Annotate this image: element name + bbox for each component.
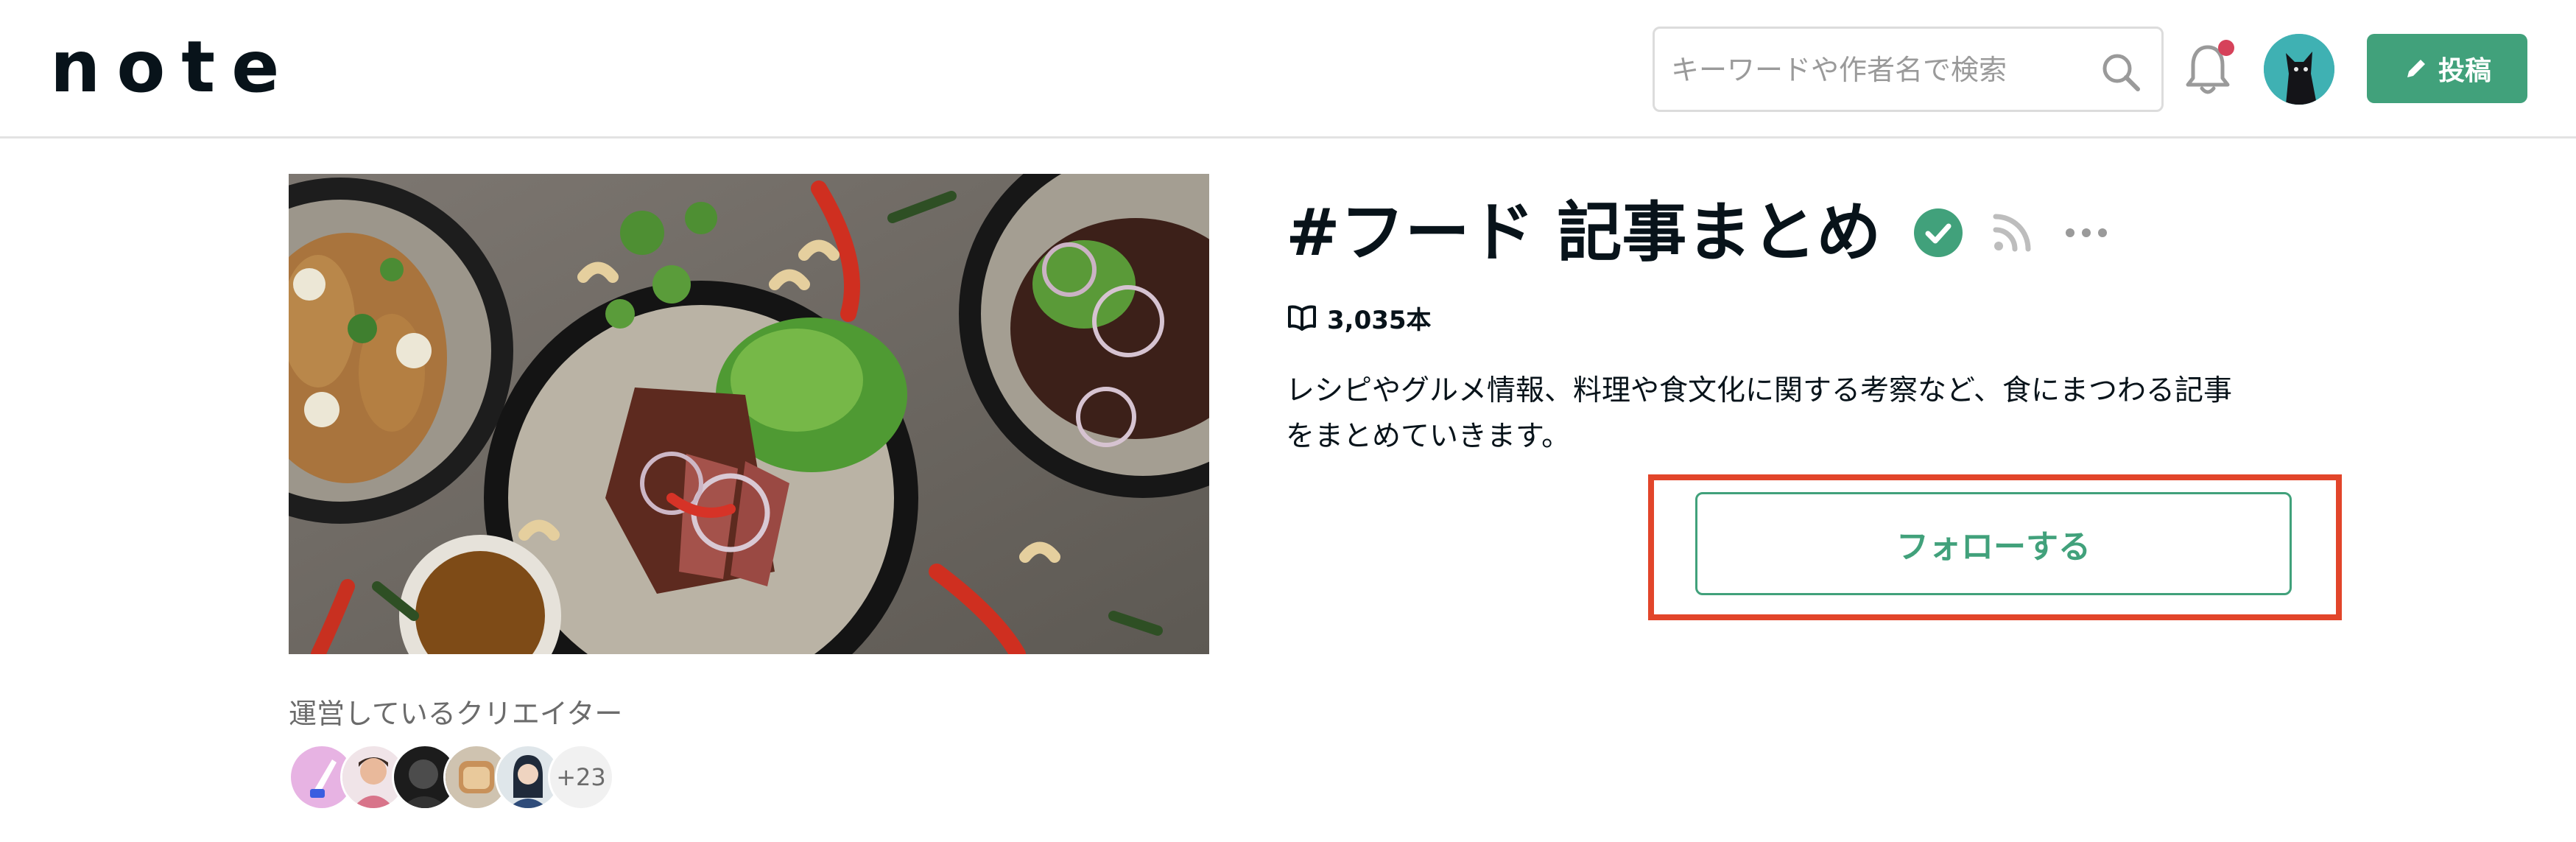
magazine-description: レシピやグルメ情報、料理や食文化に関する考察など、食にまつわる記事 をまとめてい…	[1286, 368, 2280, 460]
pencil-icon	[2407, 60, 2425, 77]
magazine-cover-image	[289, 174, 1209, 654]
top-header: note 投稿	[0, 0, 2576, 138]
description-line-2: をまとめていきます。	[1286, 420, 1571, 453]
post-button[interactable]: 投稿	[2367, 34, 2527, 103]
book-icon	[1288, 305, 1316, 331]
creators-label: 運営しているクリエイター	[289, 698, 623, 730]
notification-badge	[2218, 40, 2234, 56]
description-line-1: レシピやグルメ情報、料理や食文化に関する考察など、食にまつわる記事	[1286, 374, 2233, 407]
follow-button[interactable]: フォローする	[1695, 492, 2292, 595]
user-avatar[interactable]	[2264, 34, 2334, 105]
rss-feed-icon[interactable]	[1991, 212, 2033, 253]
article-count: 3,035本	[1287, 299, 1432, 336]
food-photo	[289, 174, 1209, 654]
article-count-value: 3,035本	[1327, 305, 1432, 335]
more-creators-button[interactable]: +23	[548, 744, 614, 810]
search-box[interactable]	[1653, 27, 2164, 112]
cat-avatar-icon	[2264, 34, 2334, 105]
magazine-title: #フード 記事まとめ	[1286, 194, 1882, 270]
verified-badge-icon	[1914, 208, 1963, 257]
more-options-icon[interactable]	[2063, 221, 2109, 245]
note-logo[interactable]: note	[50, 32, 295, 102]
post-button-label: 投稿	[2438, 56, 2491, 86]
search-icon	[2102, 54, 2140, 91]
search-button[interactable]	[2100, 51, 2142, 94]
search-input[interactable]	[1671, 46, 2083, 94]
